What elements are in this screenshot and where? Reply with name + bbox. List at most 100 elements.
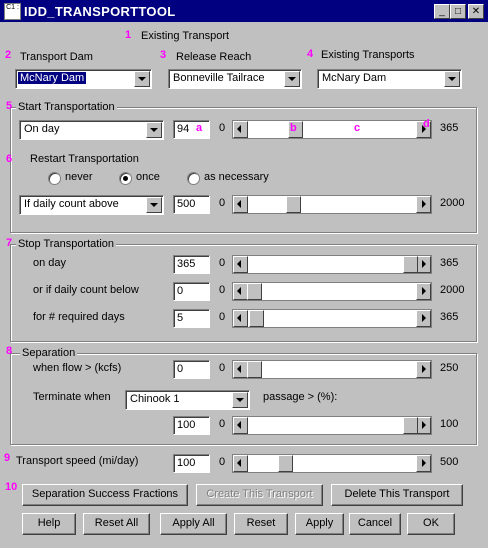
stop-count-value: 0: [177, 285, 184, 297]
speed-max: 500: [440, 456, 459, 468]
existing-transports-value: McNary Dam: [322, 72, 387, 84]
marker-1: 1: [125, 29, 132, 41]
stop-day-slider[interactable]: [232, 255, 432, 274]
passage-value: 100: [177, 419, 196, 431]
passage-input[interactable]: 100: [173, 416, 210, 435]
flow-input[interactable]: 0: [173, 360, 210, 379]
separation-fractions-button[interactable]: Separation Success Fractions: [22, 484, 188, 506]
delete-transport-button[interactable]: Delete This Transport: [331, 484, 463, 506]
chevron-down-icon[interactable]: [284, 71, 300, 87]
restart-transportation-label: Restart Transportation: [30, 153, 139, 165]
scroll-left-icon[interactable]: [233, 455, 248, 472]
start-day-input[interactable]: 94: [173, 120, 210, 139]
slider-thumb[interactable]: [286, 196, 301, 213]
scroll-right-icon[interactable]: [416, 256, 431, 273]
speed-slider[interactable]: [232, 454, 432, 473]
scroll-left-icon[interactable]: [233, 310, 248, 327]
radio-as-necessary[interactable]: [187, 172, 200, 185]
scroll-left-icon[interactable]: [233, 283, 248, 300]
speed-value: 100: [177, 457, 196, 469]
stop-day-input[interactable]: 365: [173, 255, 210, 274]
passage-slider[interactable]: [232, 416, 432, 435]
passage-min: 0: [219, 418, 226, 430]
existing-transports-label: Existing Transports: [321, 49, 415, 61]
marker-7: 7: [6, 237, 13, 249]
existing-transports-select[interactable]: McNary Dam: [317, 69, 462, 89]
chevron-down-icon[interactable]: [232, 392, 248, 408]
flow-value: 0: [177, 363, 184, 375]
chevron-down-icon[interactable]: [146, 122, 162, 138]
ok-button[interactable]: OK: [407, 513, 455, 535]
scroll-left-icon[interactable]: [233, 256, 248, 273]
start-max: 365: [440, 122, 459, 134]
slider-thumb[interactable]: [249, 310, 265, 327]
species-select[interactable]: Chinook 1: [125, 390, 250, 410]
apply-all-button[interactable]: Apply All: [160, 513, 227, 535]
reset-all-button[interactable]: Reset All: [83, 513, 150, 535]
scroll-left-icon[interactable]: [233, 121, 248, 138]
scroll-right-icon[interactable]: [416, 361, 431, 378]
slider-thumb[interactable]: [247, 283, 262, 300]
stop-days-value: 5: [177, 312, 184, 324]
help-button[interactable]: Help: [22, 513, 76, 535]
restart-count-input[interactable]: 500: [173, 195, 210, 214]
close-button[interactable]: ✕: [468, 4, 484, 19]
slider-thumb[interactable]: [247, 361, 262, 378]
chevron-down-icon[interactable]: [134, 71, 150, 87]
scroll-left-icon[interactable]: [233, 196, 248, 213]
reset-button[interactable]: Reset: [234, 513, 288, 535]
stop-count-label: or if daily count below: [33, 284, 139, 296]
start-mode-select[interactable]: On day: [19, 120, 164, 140]
radio-once[interactable]: [119, 172, 132, 185]
scroll-right-icon[interactable]: [416, 310, 431, 327]
transport-dam-select[interactable]: McNary Dam: [15, 69, 152, 89]
marker-2: 2: [5, 49, 12, 61]
separation-title: Separation: [20, 347, 78, 359]
apply-button[interactable]: Apply: [295, 513, 344, 535]
marker-b: b: [290, 122, 297, 134]
cancel-button[interactable]: Cancel: [349, 513, 401, 535]
chevron-down-icon[interactable]: [146, 197, 162, 213]
marker-9: 9: [4, 452, 11, 464]
restart-mode-select[interactable]: If daily count above: [19, 195, 164, 215]
stop-days-input[interactable]: 5: [173, 309, 210, 328]
marker-c: c: [354, 122, 361, 134]
flow-slider[interactable]: [232, 360, 432, 379]
start-min: 0: [219, 122, 226, 134]
flow-min: 0: [219, 362, 226, 374]
radio-never[interactable]: [48, 172, 61, 185]
stop-day-max: 365: [440, 257, 459, 269]
title-bar: C1 : IDD_TRANSPORTTOOL _ □ ✕: [0, 0, 488, 22]
create-transport-button[interactable]: Create This Transport: [196, 484, 323, 506]
scroll-right-icon[interactable]: [416, 455, 431, 472]
marker-6: 6: [6, 153, 13, 165]
start-transportation-title: Start Transportation: [16, 101, 117, 113]
stop-count-slider[interactable]: [232, 282, 432, 301]
slider-thumb[interactable]: [403, 417, 418, 434]
release-reach-select[interactable]: Bonneville Tailrace: [168, 69, 302, 89]
scroll-right-icon[interactable]: [416, 417, 431, 434]
restart-count-slider[interactable]: [232, 195, 432, 214]
app-icon: C1 :: [4, 3, 21, 20]
species-value: Chinook 1: [130, 393, 180, 405]
start-day-slider[interactable]: [232, 120, 432, 139]
passage-label: passage > (%):: [263, 391, 338, 403]
slider-thumb[interactable]: [403, 256, 418, 273]
scroll-right-icon[interactable]: [416, 196, 431, 213]
chevron-down-icon[interactable]: [444, 71, 460, 87]
radio-as-necessary-label: as necessary: [204, 171, 269, 183]
start-day-value: 94: [177, 123, 190, 135]
speed-input[interactable]: 100: [173, 454, 210, 473]
passage-max: 100: [440, 418, 459, 430]
scroll-left-icon[interactable]: [233, 417, 248, 434]
marker-d: d: [423, 118, 430, 130]
scroll-left-icon[interactable]: [233, 361, 248, 378]
slider-thumb[interactable]: [278, 455, 294, 472]
scroll-right-icon[interactable]: [416, 283, 431, 300]
maximize-button[interactable]: □: [450, 4, 466, 19]
flow-label: when flow > (kcfs): [33, 362, 122, 374]
stop-days-slider[interactable]: [232, 309, 432, 328]
speed-min: 0: [219, 456, 226, 468]
stop-count-input[interactable]: 0: [173, 282, 210, 301]
minimize-button[interactable]: _: [434, 4, 450, 19]
